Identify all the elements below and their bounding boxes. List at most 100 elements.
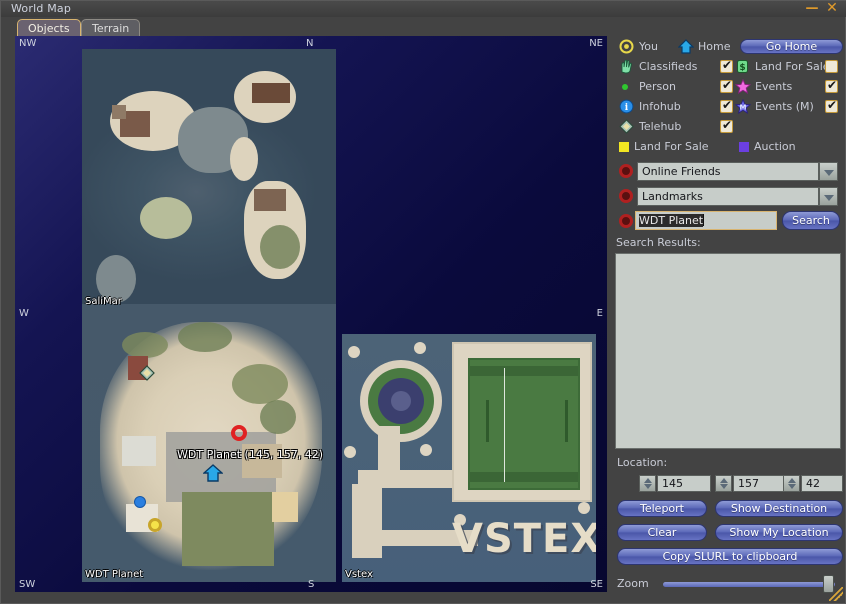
sim-label-salimar: SaliMar bbox=[85, 296, 122, 307]
svg-text:$: $ bbox=[739, 63, 745, 73]
checkbox-events-mature[interactable] bbox=[825, 98, 838, 113]
sim-tile-salimar-north[interactable]: SaliMar bbox=[82, 49, 336, 309]
radio-search-by-name[interactable] bbox=[619, 214, 633, 228]
legend-row-you-home: You Home Go Home bbox=[615, 37, 845, 57]
radio-online-friends[interactable] bbox=[619, 164, 633, 178]
location-z-value[interactable]: 42 bbox=[801, 475, 843, 492]
location-x-value[interactable]: 145 bbox=[657, 475, 711, 492]
legend-label-you: You bbox=[639, 40, 658, 53]
radio-landmarks[interactable] bbox=[619, 189, 633, 203]
svg-text:M: M bbox=[740, 104, 747, 112]
location-x-stepper[interactable]: 145 bbox=[639, 475, 713, 492]
legend-label-telehub: Telehub bbox=[639, 120, 682, 133]
location-z-spin-buttons[interactable] bbox=[783, 475, 800, 492]
checkbox-events[interactable] bbox=[825, 78, 838, 93]
compass-e: E bbox=[596, 308, 603, 319]
map-canvas[interactable]: SaliMar WDT Planet VSTEX Vstex WDT Plane… bbox=[15, 36, 607, 592]
map-marker-home[interactable] bbox=[202, 464, 224, 482]
location-x-spin-buttons[interactable] bbox=[639, 475, 656, 492]
compass-s: S bbox=[308, 579, 315, 590]
tab-objects[interactable]: Objects bbox=[17, 19, 81, 37]
legend-label-home: Home bbox=[698, 40, 731, 53]
compass-sw: SW bbox=[19, 579, 36, 590]
close-icon[interactable]: ✕ bbox=[825, 1, 839, 16]
location-label: Location: bbox=[617, 456, 668, 469]
legend-label-classifieds: Classifieds bbox=[639, 60, 698, 73]
you-icon bbox=[619, 39, 634, 54]
compass-nw: NW bbox=[19, 38, 37, 49]
location-y-value[interactable]: 157 bbox=[733, 475, 787, 492]
zoom-label: Zoom bbox=[617, 577, 649, 590]
landmarks-select[interactable]: Landmarks bbox=[637, 187, 819, 206]
online-friends-select[interactable]: Online Friends bbox=[637, 162, 819, 181]
resize-grip-icon[interactable] bbox=[829, 587, 843, 601]
tab-strip: Objects Terrain bbox=[1, 17, 846, 37]
map-marker-you[interactable] bbox=[231, 425, 247, 441]
show-my-location-button[interactable]: Show My Location bbox=[715, 524, 843, 541]
legend-row-person: Person Events bbox=[615, 77, 845, 97]
sim-tile-vstex[interactable]: VSTEX Vstex bbox=[342, 334, 596, 582]
legend-row-telehub: Telehub bbox=[615, 117, 845, 137]
telehub-icon bbox=[619, 119, 634, 134]
checkbox-land-for-sale[interactable] bbox=[825, 60, 838, 73]
vstex-signage: VSTEX bbox=[452, 516, 596, 562]
minimize-icon[interactable]: — bbox=[805, 2, 819, 16]
go-home-button[interactable]: Go Home bbox=[740, 39, 843, 54]
legend-row-classifieds: Classifieds $ Land For Sale bbox=[615, 57, 845, 77]
checkbox-infohub[interactable] bbox=[720, 98, 733, 113]
legend-label-land-for-sale-swatch: Land For Sale bbox=[634, 140, 709, 153]
events-mature-icon: M bbox=[734, 98, 752, 114]
legend-label-auction: Auction bbox=[754, 140, 796, 153]
legend-label-person: Person bbox=[639, 80, 676, 93]
legend-row-infohub: i Infohub M Events (M) bbox=[615, 97, 845, 117]
map-marker-telehub[interactable] bbox=[139, 365, 155, 381]
teleport-button[interactable]: Teleport bbox=[617, 500, 707, 517]
location-y-spin-buttons[interactable] bbox=[715, 475, 732, 492]
home-icon bbox=[677, 39, 695, 54]
classifieds-icon bbox=[619, 59, 634, 74]
infohub-icon: i bbox=[619, 99, 634, 114]
tab-terrain[interactable]: Terrain bbox=[81, 19, 141, 37]
map-tooltip: WDT Planet (145, 157, 42) bbox=[177, 448, 324, 461]
show-destination-button[interactable]: Show Destination bbox=[715, 500, 843, 517]
landmarks-chevron-down-icon[interactable] bbox=[819, 187, 838, 206]
location-z-stepper[interactable]: 42 bbox=[783, 475, 843, 492]
search-button[interactable]: Search bbox=[782, 211, 840, 230]
zoom-slider-track[interactable] bbox=[663, 582, 835, 587]
sim-label-vstex: Vstex bbox=[345, 569, 373, 580]
compass-se: SE bbox=[590, 579, 603, 590]
compass-w: W bbox=[19, 308, 29, 319]
person-icon bbox=[619, 79, 634, 94]
map-legend: You Home Go Home Classifieds $ bbox=[615, 37, 845, 157]
legend-label-events-mature: Events (M) bbox=[755, 100, 814, 113]
checkbox-telehub[interactable] bbox=[720, 118, 733, 133]
world-map-window: World Map — ✕ Objects Terrain SaliMar WD… bbox=[0, 0, 846, 604]
legend-label-events: Events bbox=[755, 80, 793, 93]
search-input-value: WDT Planet bbox=[639, 214, 704, 227]
legend-label-infohub: Infohub bbox=[639, 100, 681, 113]
land-for-sale-swatch bbox=[619, 141, 629, 152]
svg-text:i: i bbox=[625, 103, 629, 113]
compass-n: N bbox=[306, 38, 314, 49]
checkbox-person[interactable] bbox=[720, 78, 733, 93]
copy-slurl-button[interactable]: Copy SLURL to clipboard bbox=[617, 548, 843, 565]
land-for-sale-icon: $ bbox=[735, 59, 750, 74]
search-input[interactable]: WDT Planet bbox=[635, 211, 777, 230]
search-results-list[interactable] bbox=[615, 253, 841, 449]
legend-row-swatches: Land For Sale Auction bbox=[615, 137, 845, 157]
map-marker-land-for-sale[interactable] bbox=[148, 518, 162, 532]
location-y-stepper[interactable]: 157 bbox=[715, 475, 789, 492]
legend-label-land-for-sale: Land For Sale bbox=[755, 60, 830, 73]
online-friends-chevron-down-icon[interactable] bbox=[819, 162, 838, 181]
sim-tile-wdt-planet[interactable]: WDT Planet bbox=[82, 304, 336, 582]
auction-swatch bbox=[739, 141, 749, 152]
title-bar: World Map — ✕ bbox=[1, 1, 846, 17]
compass-ne: NE bbox=[589, 38, 603, 49]
search-results-label: Search Results: bbox=[616, 236, 701, 249]
checkbox-classifieds[interactable] bbox=[720, 58, 733, 73]
window-title: World Map bbox=[11, 2, 72, 15]
map-marker-infohub[interactable] bbox=[134, 496, 146, 508]
clear-button[interactable]: Clear bbox=[617, 524, 707, 541]
events-icon bbox=[734, 78, 752, 94]
sim-label-wdt-planet: WDT Planet bbox=[85, 569, 144, 580]
